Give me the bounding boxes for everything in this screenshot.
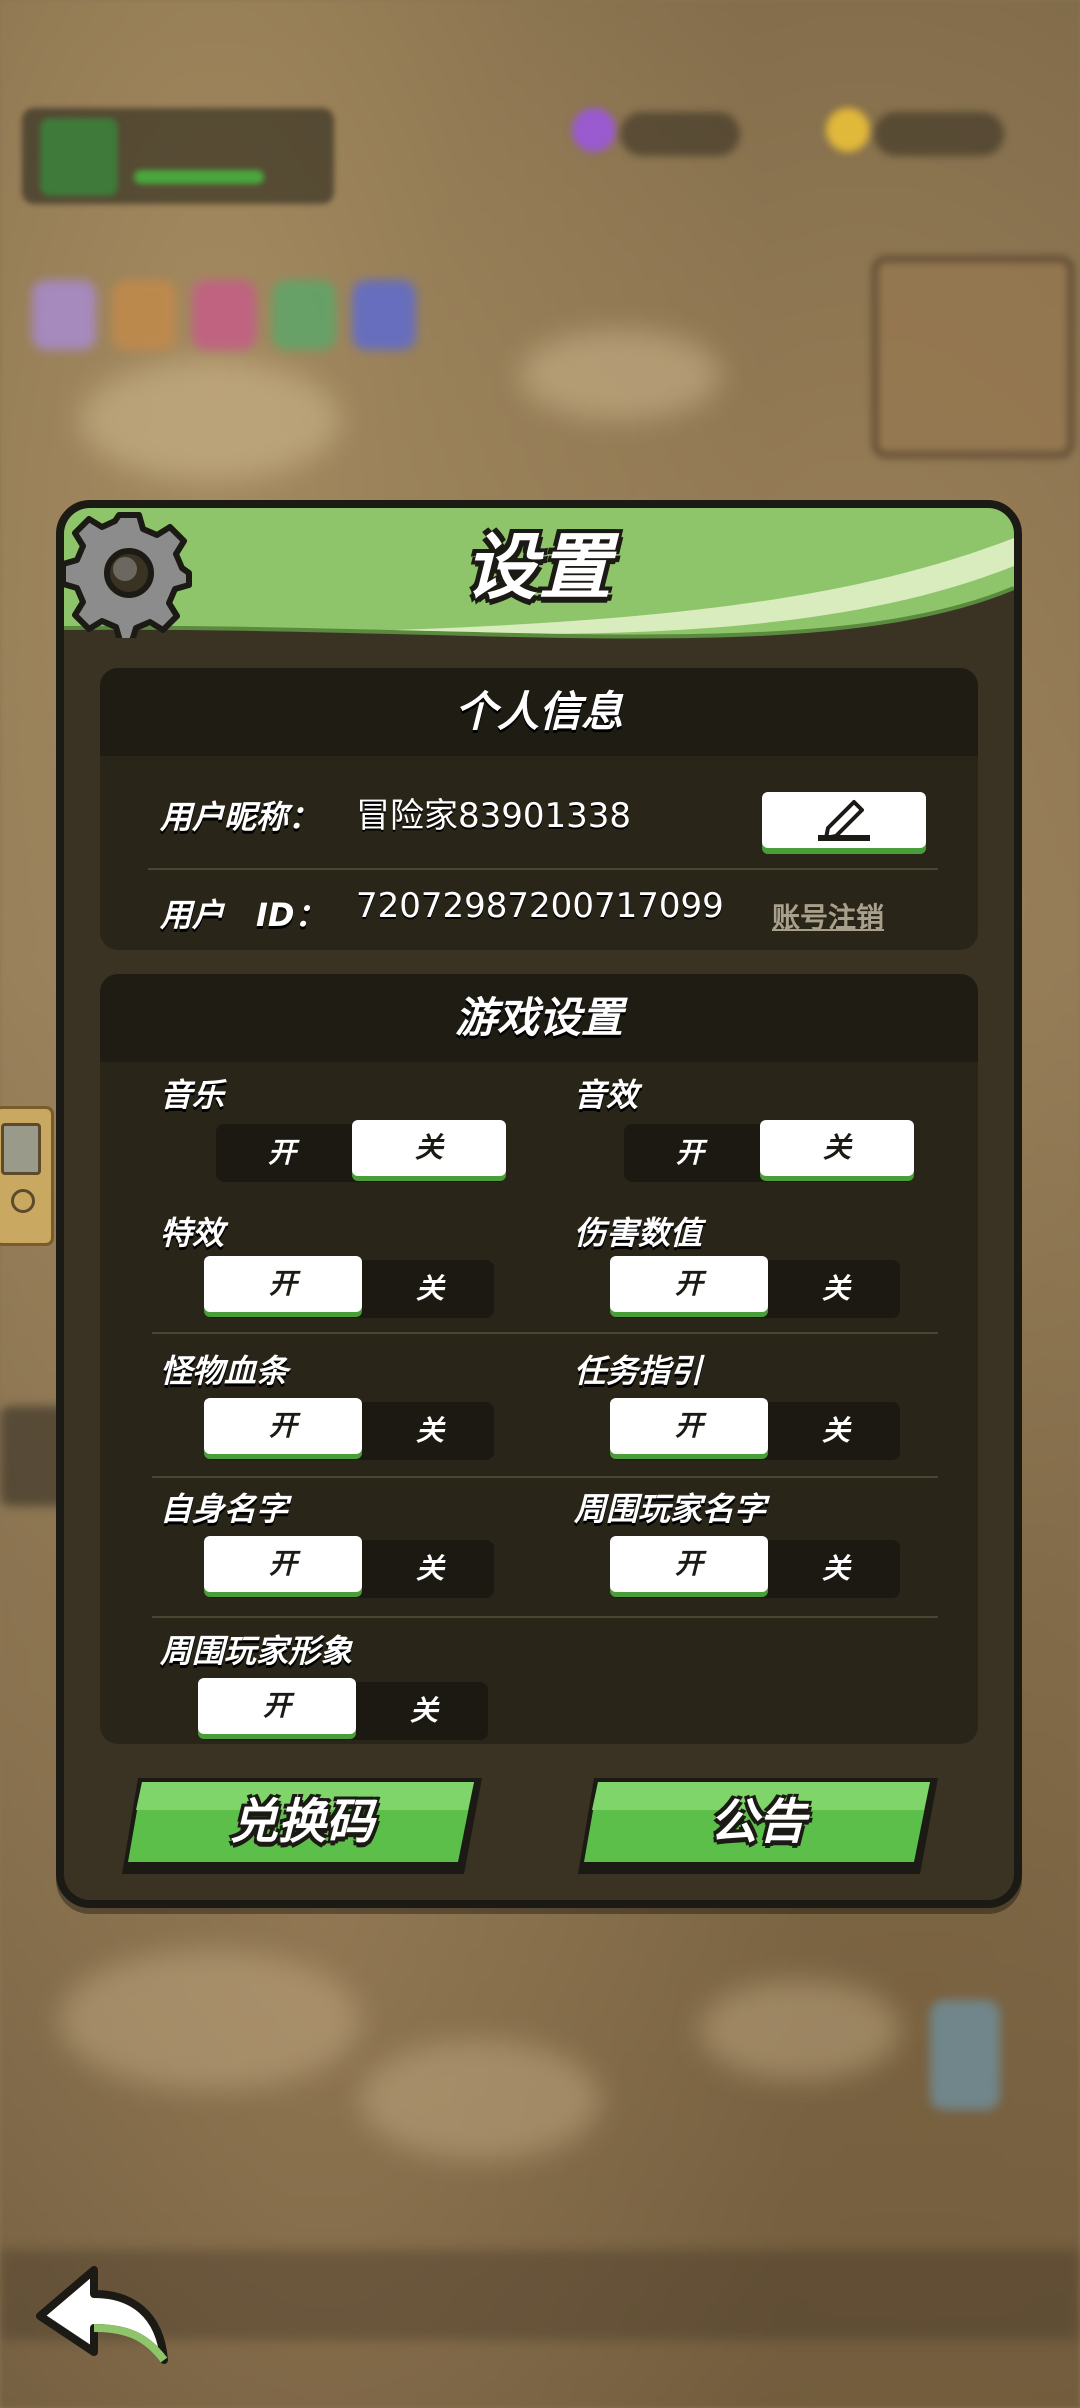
monster-hp-toggle: 开 关 [204, 1398, 494, 1460]
background-cloud [360, 2040, 600, 2160]
personal-info-header: 个人信息 [100, 668, 978, 756]
setting-label-monster-hp: 怪物血条 [160, 1352, 289, 1390]
setting-label-effects: 特效 [160, 1214, 225, 1252]
nickname-value: 冒险家83901338 [356, 796, 632, 836]
nickname-label: 用户昵称： [160, 798, 321, 836]
divider [152, 1616, 938, 1618]
sound-off-option[interactable]: 关 [760, 1120, 914, 1176]
damage-off-option[interactable]: 关 [772, 1260, 900, 1318]
effects-toggle: 开 关 [204, 1256, 494, 1318]
back-button[interactable] [32, 2260, 172, 2370]
monster-hp-on-option[interactable]: 开 [204, 1398, 362, 1454]
side-device-button[interactable] [0, 1106, 54, 1246]
back-arrow-icon [36, 2266, 168, 2364]
nearby-names-on-option[interactable]: 开 [610, 1536, 768, 1592]
settings-panel: 设置 个人信息 用户昵称： 冒险家83901338 用户 ID： 7207298… [56, 500, 1022, 1908]
background-cloud [520, 330, 720, 420]
damage-on-option[interactable]: 开 [610, 1256, 768, 1312]
cancel-account-link[interactable]: 账号注销 [772, 896, 884, 936]
music-toggle: 开 关 [216, 1120, 506, 1182]
character-portrait [352, 280, 416, 350]
setting-label-quest-guide: 任务指引 [574, 1352, 703, 1390]
divider [152, 1332, 938, 1334]
nearby-appearance-off-option[interactable]: 关 [360, 1682, 488, 1740]
edit-nickname-button[interactable] [762, 792, 926, 848]
self-name-toggle: 开 关 [204, 1536, 494, 1598]
gem-icon [572, 108, 616, 152]
player-avatar [40, 118, 118, 196]
redeem-code-button[interactable]: 兑换码 [116, 1772, 488, 1880]
setting-label-damage: 伤害数值 [574, 1214, 703, 1252]
panel-header: 设置 [64, 508, 1014, 639]
minimap [872, 256, 1074, 458]
coin-counter [874, 112, 1004, 156]
background-cloud [700, 1980, 900, 2080]
self-name-off-option[interactable]: 关 [366, 1540, 494, 1598]
effects-on-option[interactable]: 开 [204, 1256, 362, 1312]
self-name-on-option[interactable]: 开 [204, 1536, 362, 1592]
id-label: 用户 ID： [160, 896, 327, 934]
effects-off-option[interactable]: 关 [366, 1260, 494, 1318]
setting-label-sound: 音效 [574, 1076, 639, 1114]
setting-label-nearby-names: 周围玩家名字 [574, 1490, 767, 1528]
redeem-code-label: 兑换码 [229, 1794, 374, 1850]
divider [152, 1476, 938, 1478]
character-portrait [32, 280, 96, 350]
gear-icon [64, 512, 192, 638]
quest-guide-on-option[interactable]: 开 [610, 1398, 768, 1454]
background-cloud [80, 360, 340, 480]
personal-info-section: 个人信息 用户昵称： 冒险家83901338 用户 ID： 7207298720… [100, 668, 978, 950]
damage-toggle: 开 关 [610, 1256, 900, 1318]
sound-toggle: 开 关 [624, 1120, 914, 1182]
background-cloud [60, 1950, 360, 2090]
gem-counter [620, 112, 740, 156]
setting-label-music: 音乐 [160, 1076, 225, 1114]
game-settings-section: 游戏设置 音乐 开 关 音效 开 关 特效 开 关 伤害数值 开 关 怪物血条 … [100, 974, 978, 1744]
id-value: 72072987200717099 [356, 886, 724, 926]
music-off-option[interactable]: 关 [352, 1120, 506, 1176]
setting-label-self-name: 自身名字 [160, 1490, 289, 1528]
nearby-names-off-option[interactable]: 关 [772, 1540, 900, 1598]
nearby-appearance-on-option[interactable]: 开 [198, 1678, 356, 1734]
quest-guide-toggle: 开 关 [610, 1398, 900, 1460]
coin-icon [826, 108, 870, 152]
game-settings-header: 游戏设置 [100, 974, 978, 1062]
player-exp-bar [134, 170, 264, 184]
device-screen-icon [1, 1123, 41, 1175]
page-title: 设置 [464, 525, 613, 609]
npc-character [930, 2000, 1000, 2110]
character-portrait [272, 280, 336, 350]
monster-hp-off-option[interactable]: 关 [366, 1402, 494, 1460]
notice-label: 公告 [709, 1794, 806, 1850]
nearby-names-toggle: 开 关 [610, 1536, 900, 1598]
quest-guide-off-option[interactable]: 关 [772, 1402, 900, 1460]
character-portrait [192, 280, 256, 350]
notice-button[interactable]: 公告 [572, 1772, 944, 1880]
setting-label-nearby-appearance: 周围玩家形象 [160, 1632, 353, 1670]
pencil-icon [818, 800, 870, 841]
sound-on-option[interactable]: 开 [624, 1124, 756, 1182]
nearby-appearance-toggle: 开 关 [198, 1678, 488, 1740]
character-portrait [112, 280, 176, 350]
divider [148, 868, 938, 870]
device-dot-icon [11, 1189, 35, 1213]
music-on-option[interactable]: 开 [216, 1124, 348, 1182]
